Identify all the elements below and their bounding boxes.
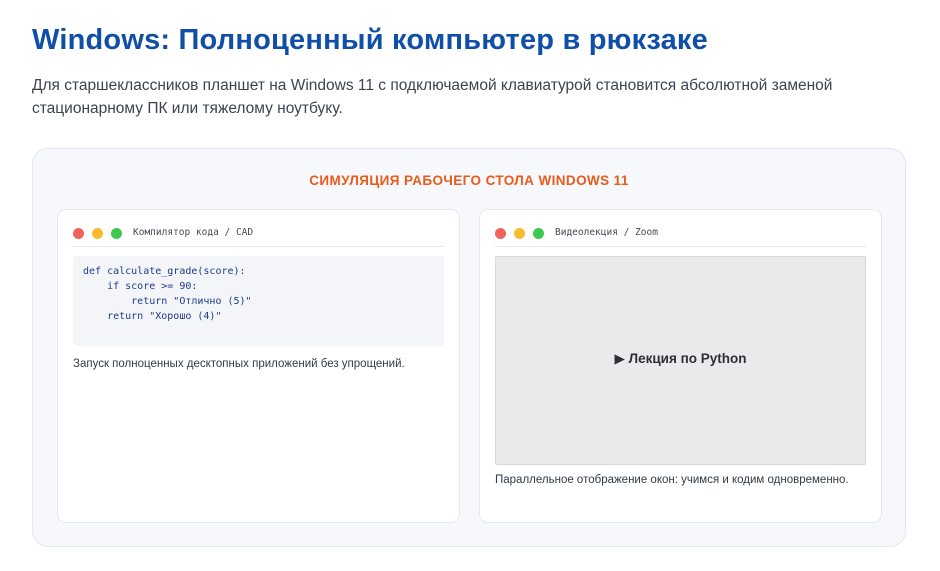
minimize-window-dot[interactable]: [514, 228, 525, 239]
window-title: Видеолекция / Zoom: [555, 227, 658, 238]
simulation-heading: СИМУЛЯЦИЯ РАБОЧЕГО СТОЛА WINDOWS 11: [309, 173, 629, 188]
code-compiler-window: Компилятор кода / CAD def calculate_grad…: [57, 209, 460, 523]
code-line: def calculate_grade(score):: [83, 266, 246, 277]
desktop-simulation-panel: СИМУЛЯЦИЯ РАБОЧЕГО СТОЛА WINDOWS 11 Комп…: [32, 148, 906, 547]
close-window-dot[interactable]: [495, 228, 506, 239]
close-window-dot[interactable]: [73, 228, 84, 239]
window-caption: Запуск полноценных десктопных приложений…: [73, 358, 405, 370]
minimize-window-dot[interactable]: [92, 228, 103, 239]
page-title: Windows: Полноценный компьютер в рюкзаке: [32, 24, 708, 56]
video-player[interactable]: ▶ Лекция по Python: [495, 256, 866, 465]
video-play-label[interactable]: ▶ Лекция по Python: [496, 351, 865, 367]
code-line: if score >= 90:: [83, 281, 198, 292]
window-caption: Параллельное отображение окон: учимся и …: [495, 474, 849, 486]
code-line: return "Хорошо (4)": [83, 311, 222, 322]
video-lecture-window: Видеолекция / Zoom ▶ Лекция по Python Па…: [479, 209, 882, 523]
window-title-bar: Видеолекция / Zoom: [495, 222, 866, 247]
maximize-window-dot[interactable]: [111, 228, 122, 239]
maximize-window-dot[interactable]: [533, 228, 544, 239]
page-lead-text: Для старшеклассников планшет на Windows …: [32, 77, 833, 117]
window-title: Компилятор кода / CAD: [133, 227, 254, 238]
page: Windows: Полноценный компьютер в рюкзаке…: [0, 0, 940, 571]
code-block: def calculate_grade(score): if score >= …: [73, 256, 444, 346]
code-line: return "Отлично (5)": [83, 296, 252, 307]
window-title-bar: Компилятор кода / CAD: [73, 222, 444, 247]
